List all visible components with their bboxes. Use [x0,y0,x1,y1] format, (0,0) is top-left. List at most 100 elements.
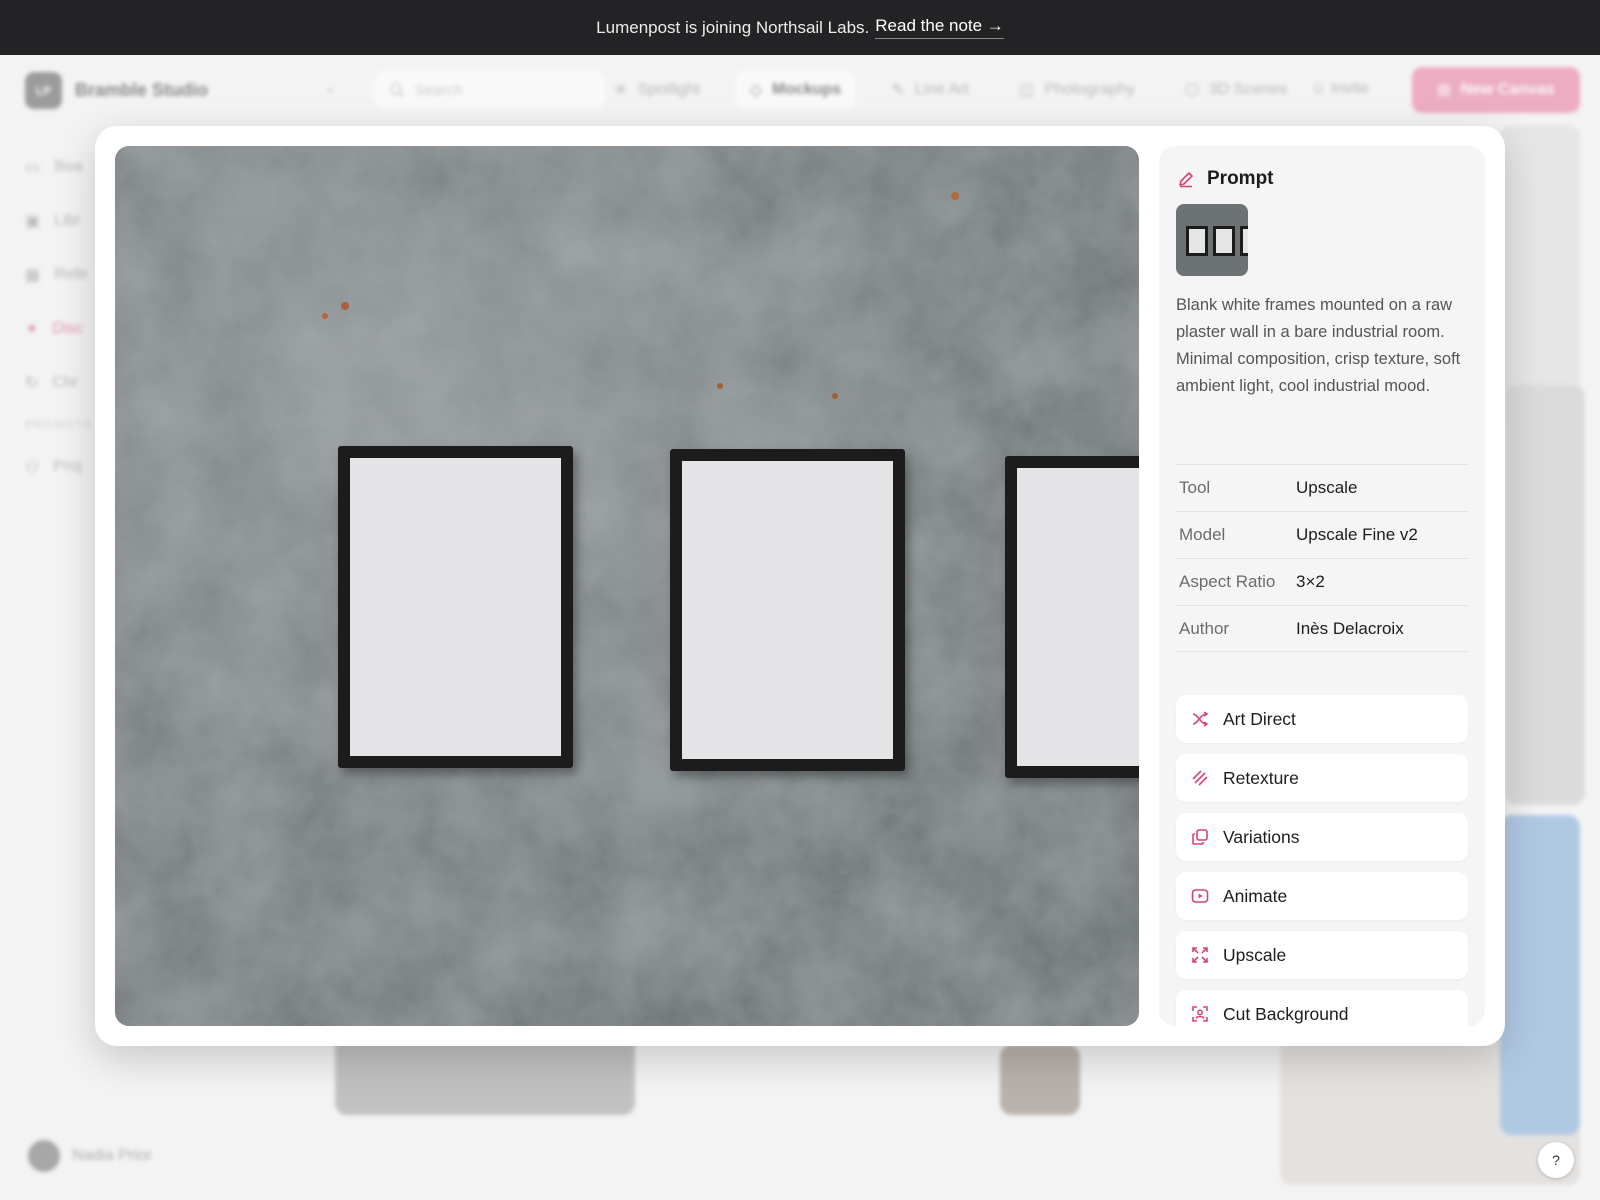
tab-line-art[interactable]: ✎ Line Art [877,70,983,110]
chat-icon: ▭ [25,159,41,176]
poster-frame [1005,456,1139,778]
tab-label: Mockups [771,81,842,98]
sidebar-item-label: Refe [54,266,88,283]
announcement-text: Lumenpost is joining Northsail Labs. [596,17,870,37]
prompt-header: Prompt [1177,168,1274,190]
gem-icon: ◇ [749,82,762,99]
action-list: Art Direct Retexture Variations Animate … [1176,695,1468,1026]
animate-button[interactable]: Animate [1176,872,1468,920]
cube-icon: ⬡ [1184,82,1199,99]
gallery-card[interactable] [1505,385,1585,805]
user-name: Nadia Prior [72,1147,153,1164]
sidebar-section-label: PROJECTS [25,419,92,431]
sidebar-item-chronicle[interactable]: ↻ Chr [25,356,105,410]
help-button[interactable]: ? [1538,1142,1574,1178]
tab-label: Photography [1044,81,1135,98]
art-direct-button[interactable]: Art Direct [1176,695,1468,743]
tab-3d-scenes[interactable]: ⬡ 3D Scenes [1171,70,1301,110]
history-icon: ↻ [25,375,39,392]
gallery-card[interactable] [1500,815,1580,1135]
meta-key: Model [1179,525,1226,544]
grid-icon: ▦ [25,267,41,284]
announcement-link[interactable]: Read the note → [875,16,1004,39]
sidebar-item-label: Disc [52,320,84,337]
table-row: Aspect Ratio 3×2 [1176,558,1468,605]
tab-label: 3D Scenes [1208,81,1288,98]
invite-button[interactable]: ☺ Invite [1310,80,1369,98]
action-label: Animate [1223,885,1288,906]
category-tabs: ✳ Spotlight ◇ Mockups ✎ Line Art ◫ Photograp… [600,70,1301,110]
tab-label: Spotlight [637,81,700,98]
tab-label: Line Art [914,81,969,98]
avatar [28,1140,60,1172]
meta-value: 3×2 [1296,572,1325,591]
copy-icon [1192,829,1208,845]
tab-spotlight[interactable]: ✳ Spotlight [600,70,714,110]
hatch-icon [1192,770,1208,786]
new-canvas-button[interactable]: ⊞ New Canvas [1412,67,1580,113]
retexture-button[interactable]: Retexture [1176,754,1468,802]
meta-value: Inès Delacroix [1296,618,1404,638]
sidebar-item-library[interactable]: ▣ Libr [25,194,105,248]
camera-icon: ◫ [1019,82,1035,99]
variations-button[interactable]: Variations [1176,813,1468,861]
cutout-icon [1192,1006,1208,1022]
meta-key: Aspect Ratio [1179,572,1276,591]
meta-value: Upscale Fine v2 [1296,525,1418,544]
sidebar-item-projects[interactable]: ⚇ Proj [25,440,105,494]
spotlight-icon: ✳ [614,82,628,99]
sidebar-item-label: Chr [52,374,79,391]
poster-frame [338,446,573,768]
chevron-down-icon[interactable]: ⌄ [325,80,336,96]
action-label: Cut Background [1223,1003,1349,1024]
meta-value: Upscale [1296,478,1358,497]
sparkle-icon: ✦ [25,321,39,338]
search-placeholder: Search [415,81,463,99]
play-icon [1191,889,1209,903]
action-label: Art Direct [1223,708,1296,729]
gallery-card[interactable] [1500,125,1580,425]
people-icon: ⚇ [25,459,40,476]
search-bar[interactable]: Search [375,70,605,110]
search-icon [390,83,405,98]
prompt-text: Blank white frames mounted on a raw plas… [1176,296,1461,395]
sidebar-item-label: Libr [54,212,81,229]
details-panel: Prompt Blank white frames mounted on a r… [1159,146,1485,1026]
cut-background-button[interactable]: Cut Background [1176,990,1468,1026]
plus-square-icon: ⊞ [1437,82,1451,99]
new-canvas-label: New Canvas [1460,81,1555,98]
action-label: Upscale [1223,944,1287,965]
poster-frame [670,449,905,771]
top-nav: LP Bramble Studio ⌄ Search ✳ Spotlight ◇ M… [0,55,1600,125]
wall-texture [115,146,1139,1026]
workspace-avatar[interactable]: LP [25,72,62,109]
metadata-table: Tool Upscale Model Upscale Fine v2 Aspect … [1176,464,1468,652]
sidebar: ▭ Boa ▣ Libr ▦ Refe ✦ Disc ↻ Chr PROJECTS ⚇ Pr… [25,140,105,494]
meta-key: Author [1179,618,1230,638]
image-detail-modal: Prompt Blank white frames mounted on a r… [95,126,1505,1046]
image-preview [115,146,1139,1026]
upscale-button[interactable]: Upscale [1176,931,1468,979]
meta-key: Tool [1179,478,1211,497]
workspace-name[interactable]: Bramble Studio [75,80,208,101]
expand-icon [1192,947,1208,963]
image-icon: ▣ [25,213,41,230]
sidebar-item-boards[interactable]: ▭ Boa [25,140,105,194]
table-row: Model Upscale Fine v2 [1176,511,1468,558]
gallery-card[interactable] [1000,1045,1080,1115]
pencil-icon [1179,172,1193,188]
action-label: Retexture [1223,767,1299,788]
tab-photography[interactable]: ◫ Photography [1005,70,1149,110]
user-profile[interactable]: Nadia Prior [28,1140,152,1172]
announcement-bar: Lumenpost is joining Northsail Labs. Rea… [0,0,1600,55]
prompt-title: Prompt [1207,168,1274,189]
pen-icon: ✎ [891,82,905,99]
table-row: Tool Upscale [1176,464,1468,511]
invite-label: Invite [1330,80,1370,97]
sidebar-item-discover[interactable]: ✦ Disc [25,302,105,356]
sidebar-item-label: Proj [53,458,82,475]
tab-mockups[interactable]: ◇ Mockups [735,70,856,110]
shuffle-icon [1192,711,1209,727]
prompt-thumbnail[interactable] [1176,204,1248,276]
sidebar-item-references[interactable]: ▦ Refe [25,248,105,302]
